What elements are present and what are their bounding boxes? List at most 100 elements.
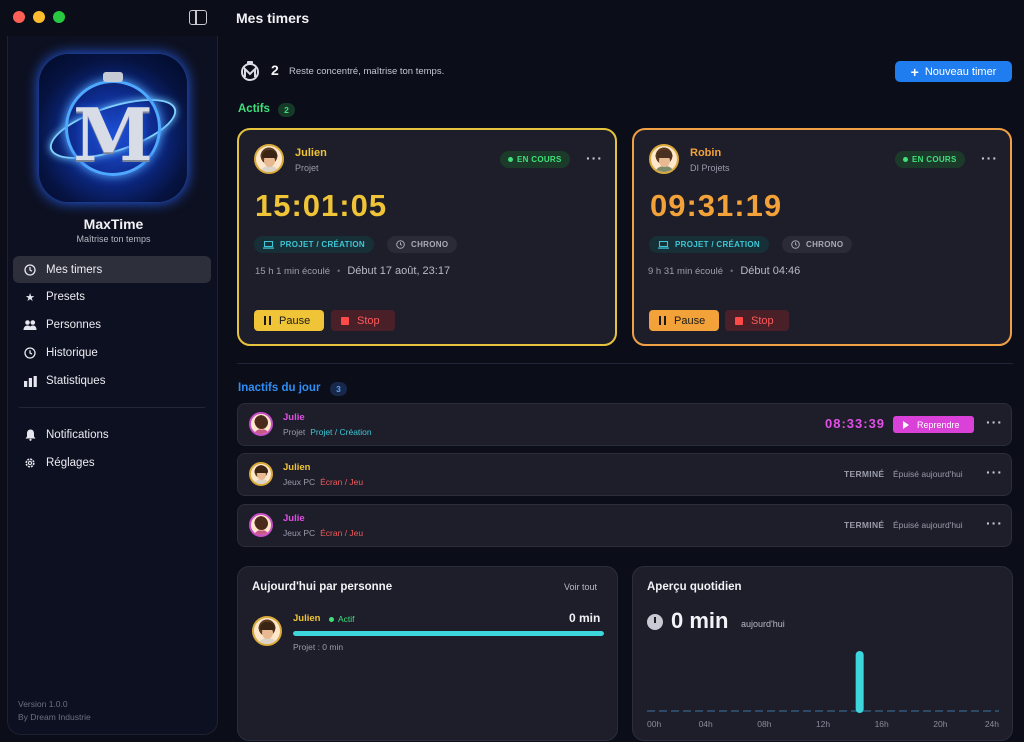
more-options-button[interactable]: ···	[586, 150, 603, 166]
sidebar-item-label: Notifications	[46, 429, 109, 442]
more-options-button[interactable]: ···	[986, 414, 1003, 430]
x-tick-label: 12h	[816, 719, 830, 729]
inactive-row-julie[interactable]: Julie Projet Projet / Création 08:33:39 R…	[237, 403, 1012, 446]
sidebar-item-label: Mes timers	[46, 263, 103, 276]
avatar	[254, 144, 284, 174]
window-title: Mes timers	[236, 10, 310, 26]
header-subtitle: Reste concentré, maîtrise ton temps.	[289, 66, 445, 77]
sidebar-item-presets[interactable]: ★ Presets	[13, 284, 211, 311]
daily-overview-panel: Aperçu quotidien 0 min aujourd'hui 00h 04…	[632, 566, 1013, 741]
timer-card-robin[interactable]: Robin DI Projets EN COURS ··· 09:31:19 P…	[632, 128, 1012, 346]
mode-tag: CHRONO	[782, 236, 853, 253]
pause-button[interactable]: Pause	[649, 310, 719, 331]
close-window-button[interactable]	[13, 11, 25, 23]
more-options-button[interactable]: ···	[986, 515, 1003, 531]
page-header: 2 Reste concentré, maîtrise ton temps. +…	[237, 60, 1013, 82]
sidebar-divider	[19, 406, 205, 408]
row-name: Julien	[283, 462, 311, 473]
chart-bar	[855, 651, 864, 713]
inactive-section-count: 3	[330, 382, 347, 396]
bar-chart-icon	[23, 374, 37, 388]
x-tick-label: 24h	[985, 719, 999, 729]
row-note: Épuisé aujourd'hui	[893, 469, 963, 479]
app-name: MaxTime	[83, 216, 144, 232]
stop-button[interactable]: Stop	[725, 310, 789, 331]
laptop-icon	[658, 240, 669, 249]
app-logo: M	[39, 54, 187, 202]
timer-display: 09:31:19	[650, 188, 783, 223]
sidebar-item-label: Historique	[46, 347, 98, 360]
sidebar-item-label: Presets	[46, 291, 85, 304]
status-badge: EN COURS	[500, 151, 570, 168]
timer-card-julien[interactable]: Julien Projet EN COURS ··· 15:01:05 PROJ…	[237, 128, 617, 346]
mode-tag: CHRONO	[387, 236, 458, 253]
sidebar-item-mes-timers[interactable]: Mes timers	[13, 256, 211, 283]
row-name: Julie	[283, 513, 305, 524]
resume-button[interactable]: Reprendre	[893, 416, 974, 433]
overview-label: aujourd'hui	[741, 619, 785, 629]
history-icon	[23, 346, 37, 360]
main-content: 2 Reste concentré, maîtrise ton temps. +…	[237, 36, 1013, 741]
start-text: Début 04:46	[740, 265, 801, 277]
status-badge: Actif	[329, 614, 355, 624]
timer-meta: 9 h 31 min écoulé • Début 04:46	[648, 265, 801, 277]
star-icon: ★	[25, 291, 35, 304]
stop-button[interactable]: Stop	[331, 310, 395, 331]
clock-icon	[23, 263, 37, 277]
minimize-window-button[interactable]	[33, 11, 45, 23]
sidebar-item-label: Statistiques	[46, 375, 106, 388]
avatar	[249, 513, 273, 537]
more-options-button[interactable]: ···	[986, 464, 1003, 480]
timer-meta: 15 h 1 min écoulé • Début 17 août, 23:17	[255, 265, 451, 277]
zoom-window-button[interactable]	[53, 11, 65, 23]
titlebar: Mes timers	[0, 0, 1024, 36]
today-per-person-panel: Aujourd'hui par personne Voir tout Julie…	[237, 566, 618, 741]
person-sub: Projet : 0 min	[293, 642, 344, 652]
row-status: TERMINÉ	[844, 520, 885, 530]
elapsed-text: 9 h 31 min écoulé	[648, 266, 723, 277]
inactive-row-julie-2[interactable]: Julie Jeux PC Écran / Jeu TERMINÉ Épuisé …	[237, 504, 1012, 547]
status-badge: EN COURS	[895, 151, 965, 168]
timer-logo-icon	[239, 60, 261, 82]
version-info: Version 1.0.0 By Dream Industrie	[18, 698, 91, 724]
sidebar-item-personnes[interactable]: Personnes	[13, 312, 211, 339]
sidebar: M MaxTime Maîtrise ton temps Mes timers …	[7, 36, 218, 735]
more-options-button[interactable]: ···	[981, 150, 998, 166]
panel-title: Aperçu quotidien	[647, 581, 742, 593]
sidebar-item-statistiques[interactable]: Statistiques	[13, 368, 211, 395]
see-all-link[interactable]: Voir tout	[564, 582, 597, 592]
plus-icon: +	[910, 63, 919, 80]
person-name: Julien	[293, 613, 321, 624]
sidebar-item-label: Réglages	[46, 456, 95, 469]
pause-button[interactable]: Pause	[254, 310, 324, 331]
gear-icon	[23, 456, 37, 470]
stop-icon	[735, 316, 743, 325]
pause-icon	[659, 316, 666, 325]
inactive-row-julien[interactable]: Julien Jeux PC Écran / Jeu TERMINÉ Épuisé…	[237, 453, 1012, 496]
category-tag: PROJET / CRÉATION	[649, 236, 769, 253]
person-sub: Projet	[295, 163, 319, 173]
clock-icon	[396, 240, 405, 249]
x-tick-label: 20h	[933, 719, 947, 729]
sidebar-toggle-icon[interactable]	[189, 10, 207, 25]
stop-icon	[341, 316, 349, 325]
app-tagline: Maîtrise ton temps	[76, 234, 151, 244]
x-tick-label: 04h	[699, 719, 713, 729]
bell-icon	[23, 428, 37, 442]
sidebar-item-historique[interactable]: Historique	[13, 340, 211, 367]
pause-icon	[264, 316, 271, 325]
person-name: Julien	[295, 147, 327, 159]
category-tag: PROJET / CRÉATION	[254, 236, 374, 253]
row-sub: Jeux PC Écran / Jeu	[283, 477, 364, 487]
new-timer-button[interactable]: + Nouveau timer	[895, 61, 1012, 82]
inactive-section-title: Inactifs du jour	[238, 382, 321, 394]
people-icon	[23, 318, 37, 332]
x-tick-label: 00h	[647, 719, 661, 729]
sidebar-item-reglages[interactable]: Réglages	[13, 449, 211, 476]
sidebar-item-label: Personnes	[46, 319, 101, 332]
sidebar-item-notifications[interactable]: Notifications	[13, 422, 211, 449]
version-label: Version 1.0.0	[18, 699, 68, 709]
x-tick-label: 16h	[875, 719, 889, 729]
start-text: Début 17 août, 23:17	[347, 265, 451, 277]
section-divider	[237, 363, 1013, 364]
